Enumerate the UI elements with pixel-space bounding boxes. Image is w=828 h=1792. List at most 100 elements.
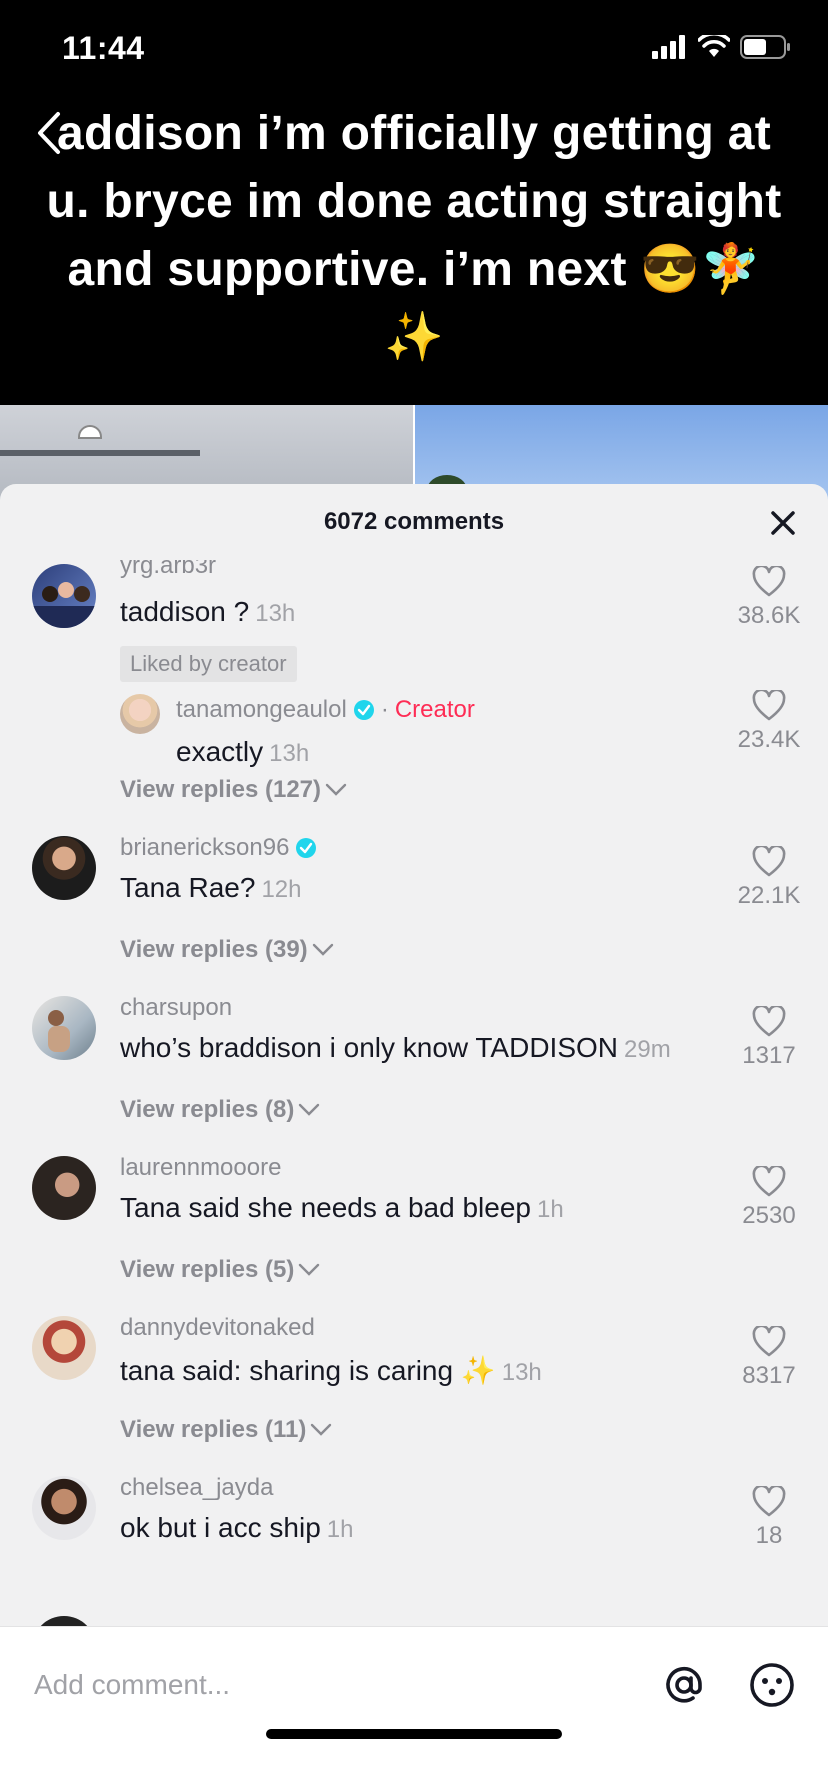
comment-body: Tana Rae?	[120, 872, 256, 903]
username-text: laurennmooore	[120, 1154, 282, 1181]
avatar[interactable]	[32, 1316, 96, 1380]
username-text: yrg.arb3r	[120, 560, 217, 579]
username-text: brianerickson96	[120, 834, 290, 861]
comment-username[interactable]: laurennmooore	[120, 1154, 281, 1182]
view-replies-button[interactable]: View replies (39)	[120, 936, 334, 964]
comment-count-title: 6072 comments	[323, 508, 505, 535]
comments-sheet: 6072 comments yrg.arb3r taddison ? 13h Li…	[0, 484, 828, 1792]
comment-username[interactable]: tanamongeaulol · Creator	[176, 696, 475, 724]
comment-username[interactable]: chelsea_jayda	[120, 1474, 273, 1502]
avatar[interactable]	[32, 996, 96, 1060]
view-replies-label: View replies (127)	[120, 776, 321, 803]
like-count: 38.6K	[737, 602, 801, 629]
like-button[interactable]: 18	[724, 1486, 814, 1550]
view-replies-label: View replies (39)	[120, 936, 308, 963]
at-mention-icon[interactable]	[660, 1661, 708, 1709]
like-button[interactable]: 8317	[724, 1326, 814, 1390]
comment-username[interactable]: yrg.arb3r	[120, 560, 216, 580]
signal-icon	[652, 35, 685, 59]
like-button[interactable]: 1317	[724, 1006, 814, 1070]
comment-text: tana said: sharing is caring ✨ 13h	[120, 1354, 542, 1387]
avatar[interactable]	[32, 564, 96, 628]
comment-text: Tana said she needs a bad bleep 1h	[120, 1192, 564, 1224]
video-caption: addison i’m officially getting at u. bry…	[46, 107, 782, 364]
heart-icon	[752, 846, 786, 877]
comment-time: 29m	[624, 1036, 671, 1063]
heart-icon	[752, 1326, 786, 1357]
comment-text: Tana Rae? 12h	[120, 872, 301, 904]
avatar[interactable]	[32, 836, 96, 900]
status-bar: 11:44	[0, 0, 828, 100]
comment-time: 1h	[537, 1196, 564, 1223]
wifi-icon	[698, 35, 730, 57]
username-text: chelsea_jayda	[120, 1474, 274, 1501]
like-count: 23.4K	[737, 726, 801, 753]
like-count: 8317	[742, 1362, 796, 1389]
view-replies-button[interactable]: View replies (11)	[120, 1416, 332, 1444]
comment-body: exactly	[176, 736, 264, 767]
comment-text: who’s braddison i only know TADDISON 29m	[120, 1032, 671, 1064]
like-count: 2530	[742, 1202, 796, 1229]
emoji-icon[interactable]	[748, 1661, 796, 1709]
view-replies-label: View replies (5)	[120, 1256, 295, 1283]
like-button[interactable]: 38.6K	[724, 566, 814, 630]
home-indicator	[266, 1729, 562, 1739]
sheet-header: 6072 comments	[0, 484, 828, 560]
comment-username[interactable]: charsupon	[120, 994, 232, 1022]
comment-username[interactable]: brianerickson96	[120, 834, 317, 862]
comment-time: 13h	[269, 740, 310, 767]
comment-time: 13h	[255, 600, 296, 627]
like-button[interactable]: 22.1K	[724, 846, 814, 910]
comment-text: taddison ? 13h	[120, 596, 295, 628]
status-icons	[652, 34, 792, 60]
comment-input-bar	[0, 1626, 828, 1792]
add-comment-input[interactable]	[34, 1663, 634, 1707]
view-replies-button[interactable]: View replies (127)	[120, 776, 347, 804]
chevron-down-icon	[311, 1423, 332, 1436]
chevron-down-icon	[312, 943, 333, 956]
like-count: 22.1K	[737, 882, 801, 909]
creator-tag: Creator	[394, 696, 475, 723]
avatar[interactable]	[32, 1156, 96, 1220]
status-time: 11:44	[62, 30, 145, 66]
heart-icon	[752, 1166, 786, 1197]
verified-icon	[353, 700, 374, 720]
heart-icon	[752, 690, 786, 721]
view-replies-button[interactable]: View replies (5)	[120, 1256, 320, 1284]
comment-body: ok but i acc ship	[120, 1512, 321, 1543]
like-button[interactable]: 2530	[724, 1166, 814, 1230]
comment-time: 1h	[326, 1516, 354, 1543]
ceiling-lamp	[78, 425, 102, 439]
username-text: dannydevitonaked	[120, 1314, 315, 1341]
battery-icon	[740, 35, 790, 59]
chevron-down-icon	[299, 1263, 320, 1276]
heart-icon	[752, 1006, 786, 1037]
avatar[interactable]	[120, 694, 160, 734]
comment-body: Tana said she needs a bad bleep	[120, 1192, 531, 1223]
view-replies-button[interactable]: View replies (8)	[120, 1096, 320, 1124]
comment-username[interactable]: dannydevitonaked	[120, 1314, 315, 1342]
comment-text: exactly 13h	[176, 736, 309, 768]
view-replies-label: View replies (11)	[120, 1416, 307, 1443]
view-replies-label: View replies (8)	[120, 1096, 295, 1123]
comment-time: 13h	[501, 1359, 542, 1386]
like-button[interactable]: 23.4K	[724, 690, 814, 754]
close-icon[interactable]	[768, 508, 798, 538]
like-count: 1317	[742, 1042, 796, 1069]
avatar[interactable]	[32, 1476, 96, 1540]
username-text: tanamongeaulol	[176, 696, 347, 723]
chevron-down-icon	[299, 1103, 320, 1116]
like-count: 18	[755, 1522, 783, 1549]
comment-body: who’s braddison i only know TADDISON	[120, 1032, 618, 1063]
username-text: charsupon	[120, 994, 233, 1021]
comment-text: ok but i acc ship 1h	[120, 1512, 353, 1544]
verified-icon	[296, 838, 317, 858]
comment-time: 12h	[261, 876, 302, 903]
comment-list[interactable]: yrg.arb3r taddison ? 13h Liked by creator…	[0, 560, 828, 1626]
comment-body: tana said: sharing is caring ✨	[120, 1355, 496, 1386]
heart-icon	[752, 566, 786, 597]
comment-body: taddison ?	[120, 596, 250, 627]
chevron-down-icon	[325, 783, 347, 796]
separator-dot: ·	[380, 696, 389, 723]
liked-by-creator-badge: Liked by creator	[120, 646, 297, 682]
